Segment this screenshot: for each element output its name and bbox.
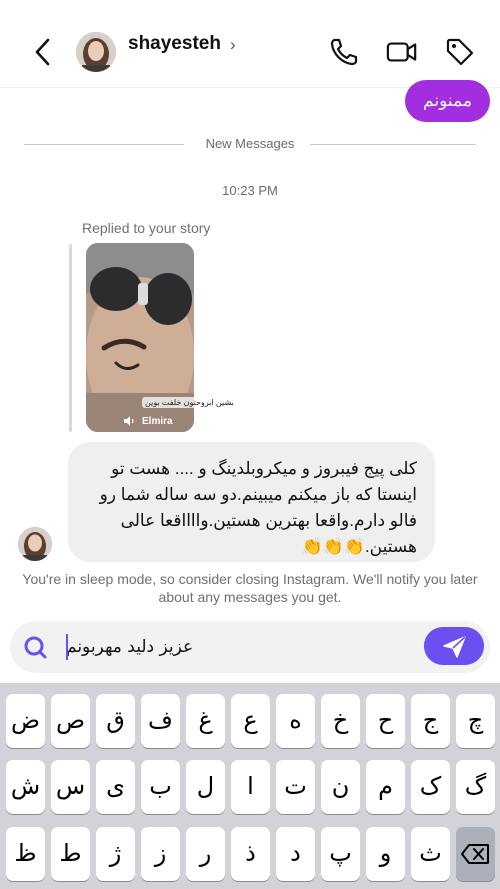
contact-name[interactable]: shayesteh (128, 33, 221, 55)
key[interactable]: د (276, 827, 315, 881)
key[interactable]: ک (411, 760, 450, 814)
sender-avatar[interactable] (18, 527, 52, 561)
text-caret (66, 634, 68, 660)
new-messages-label: New Messages (205, 136, 295, 151)
story-brand-label: Elmira (142, 416, 173, 427)
key[interactable]: خ (321, 694, 360, 748)
key[interactable]: پ (321, 827, 360, 881)
key[interactable]: ش (6, 760, 45, 814)
key[interactable]: ع (231, 694, 270, 748)
replied-to-story-label: Replied to your story (82, 220, 211, 236)
key[interactable]: گ (456, 760, 495, 814)
tag-icon[interactable] (444, 36, 476, 68)
reply-indicator-bar (69, 244, 72, 432)
key[interactable]: ژ (96, 827, 135, 881)
key[interactable]: ب (141, 760, 180, 814)
key[interactable]: چ (456, 694, 495, 748)
delete-key-icon (461, 844, 489, 864)
key[interactable]: ت (276, 760, 315, 814)
video-call-icon[interactable] (386, 36, 418, 68)
message-input[interactable] (66, 632, 416, 662)
key[interactable]: غ (186, 694, 225, 748)
phone-icon[interactable] (328, 36, 360, 68)
chevron-right-icon[interactable]: › (230, 35, 236, 55)
key[interactable]: ل (186, 760, 225, 814)
key[interactable]: ط (51, 827, 90, 881)
key[interactable]: ض (6, 694, 45, 748)
key[interactable]: ظ (6, 827, 45, 881)
sent-message-bubble[interactable]: ممنونم (405, 80, 490, 122)
key[interactable]: س (51, 760, 90, 814)
contact-avatar[interactable] (76, 32, 116, 72)
key[interactable]: ی (96, 760, 135, 814)
key[interactable]: ن (321, 760, 360, 814)
search-icon[interactable] (14, 631, 56, 663)
story-watermark-text: بشین ابروحتون خلفت بوین (142, 397, 237, 408)
key[interactable]: ث (411, 827, 450, 881)
send-button[interactable] (424, 627, 484, 665)
key[interactable]: ج (411, 694, 450, 748)
persian-keyboard: ض ص ق ف غ ع ه خ ح ج چ ش س ی ب ل ا ت ن م … (0, 683, 500, 889)
key[interactable]: ق (96, 694, 135, 748)
key[interactable]: و (366, 827, 405, 881)
speaker-icon (124, 416, 134, 426)
key[interactable]: ذ (231, 827, 270, 881)
delete-key[interactable] (456, 827, 495, 881)
key[interactable]: ص (51, 694, 90, 748)
key[interactable]: ز (141, 827, 180, 881)
key[interactable]: ا (231, 760, 270, 814)
chat-header: shayesteh › (0, 0, 500, 88)
key[interactable]: ح (366, 694, 405, 748)
received-message-bubble[interactable]: کلی پیج فیبروز و میکروبلدینگ و .... هست … (68, 442, 435, 562)
key[interactable]: ه (276, 694, 315, 748)
back-icon[interactable] (28, 34, 56, 70)
message-timestamp: 10:23 PM (222, 183, 278, 198)
key[interactable]: ف (141, 694, 180, 748)
key[interactable]: ر (186, 827, 225, 881)
sleep-mode-notice: You're in sleep mode, so consider closin… (22, 571, 478, 605)
key[interactable]: م (366, 760, 405, 814)
